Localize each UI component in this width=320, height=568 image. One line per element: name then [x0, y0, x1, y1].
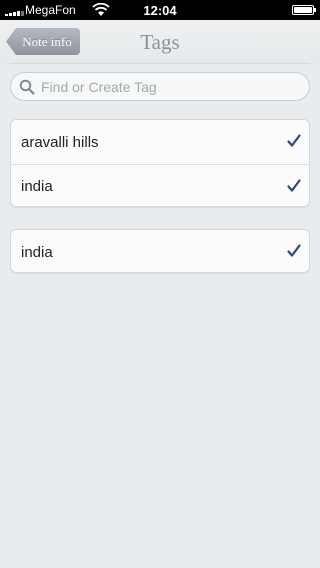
tag-search-field[interactable]	[10, 72, 310, 101]
battery-tip	[314, 8, 316, 12]
search-icon	[19, 79, 35, 94]
tag-row-india[interactable]: india	[11, 164, 309, 208]
tag-label: india	[21, 243, 53, 261]
search-input[interactable]	[41, 78, 309, 95]
status-bar: MegaFon 12:04	[0, 0, 320, 20]
checkmark-icon	[287, 134, 301, 147]
battery-icon	[292, 5, 314, 15]
checkmark-icon	[287, 179, 301, 192]
navigation-bar: Note info Tags	[0, 20, 320, 64]
checkmark-icon	[287, 244, 301, 257]
tag-row-india[interactable]: india	[11, 230, 309, 274]
tag-label: india	[21, 178, 53, 195]
tag-label: aravalli hills	[21, 133, 99, 151]
clock: 12:04	[143, 3, 177, 18]
tag-row-aravalli-hills[interactable]: aravalli hills	[11, 120, 309, 164]
header-divider	[10, 63, 310, 64]
tag-list-group: india	[10, 229, 310, 273]
tag-list-group: aravalli hills india	[10, 119, 310, 207]
page-title: Tags	[140, 30, 180, 54]
